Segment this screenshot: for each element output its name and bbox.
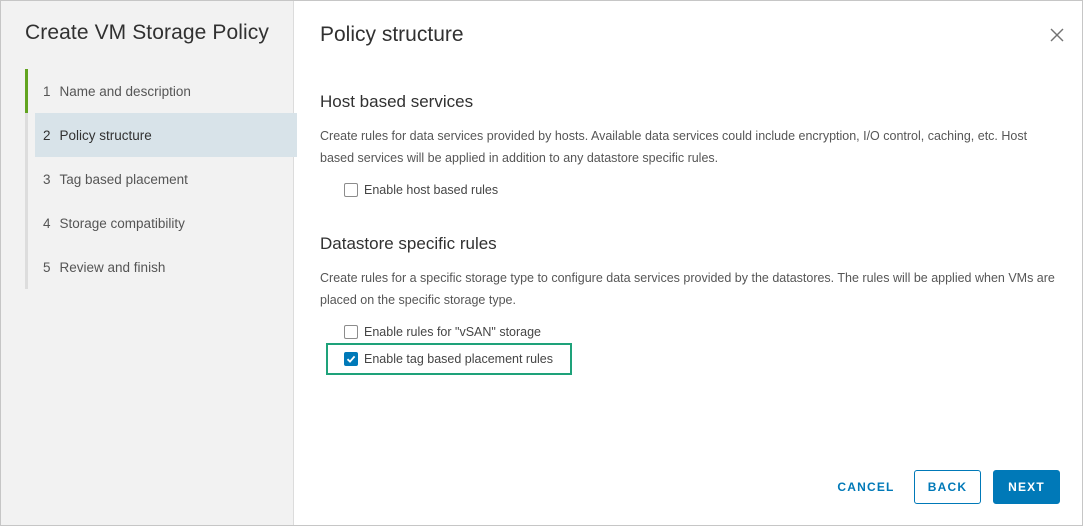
wizard-content: Policy structure Host based services Cre…: [295, 1, 1082, 525]
close-icon: [1050, 28, 1064, 42]
close-button[interactable]: [1047, 25, 1067, 45]
checkbox-box[interactable]: [344, 183, 358, 197]
checkbox-label: Enable tag based placement rules: [364, 352, 554, 366]
step-policy-structure[interactable]: 2 Policy structure: [35, 113, 297, 157]
step-label: Name and description: [59, 83, 191, 99]
checkbox-label: Enable host based rules: [364, 183, 499, 197]
step-label: Tag based placement: [59, 171, 188, 187]
host-based-services-description: Create rules for data services provided …: [320, 129, 1028, 165]
datastore-specific-rules-heading: Datastore specific rules: [320, 234, 497, 253]
step-storage-compatibility[interactable]: 4 Storage compatibility: [28, 201, 294, 245]
wizard-sidebar: Create VM Storage Policy 1 Name and desc…: [1, 1, 297, 525]
step-number: 4: [43, 215, 51, 231]
checkbox-box[interactable]: [344, 325, 358, 339]
wizard-steps: 1 Name and description 2 Policy structur…: [25, 69, 297, 289]
checkbox-label: Enable rules for "vSAN" storage: [364, 325, 542, 339]
enable-tag-based-placement-checkbox[interactable]: Enable tag based placement rules: [344, 350, 553, 368]
step-name-and-description[interactable]: 1 Name and description: [25, 69, 294, 113]
step-label: Storage compatibility: [59, 215, 185, 231]
page-title: Policy structure: [320, 23, 464, 46]
wizard-title: Create VM Storage Policy: [25, 21, 270, 44]
checkbox-box[interactable]: [344, 352, 358, 366]
checkmark-icon: [346, 355, 356, 363]
back-button[interactable]: BACK: [914, 470, 981, 504]
step-label: Policy structure: [59, 127, 152, 143]
enable-host-based-rules-checkbox[interactable]: Enable host based rules: [344, 181, 498, 199]
host-based-services-heading: Host based services: [320, 92, 474, 111]
datastore-specific-rules-description: Create rules for a specific storage type…: [320, 271, 1055, 307]
step-tag-based-placement[interactable]: 3 Tag based placement: [28, 157, 294, 201]
step-label: Review and finish: [59, 259, 166, 275]
step-number: 2: [43, 127, 51, 143]
step-number: 3: [43, 171, 51, 187]
next-button[interactable]: NEXT: [993, 470, 1060, 504]
cancel-button[interactable]: CANCEL: [830, 470, 902, 504]
step-number: 5: [43, 259, 51, 275]
step-review-and-finish[interactable]: 5 Review and finish: [28, 245, 294, 289]
step-number: 1: [43, 83, 51, 99]
enable-vsan-rules-checkbox[interactable]: Enable rules for "vSAN" storage: [344, 323, 541, 341]
create-vm-storage-policy-dialog: Create VM Storage Policy 1 Name and desc…: [0, 0, 1083, 526]
